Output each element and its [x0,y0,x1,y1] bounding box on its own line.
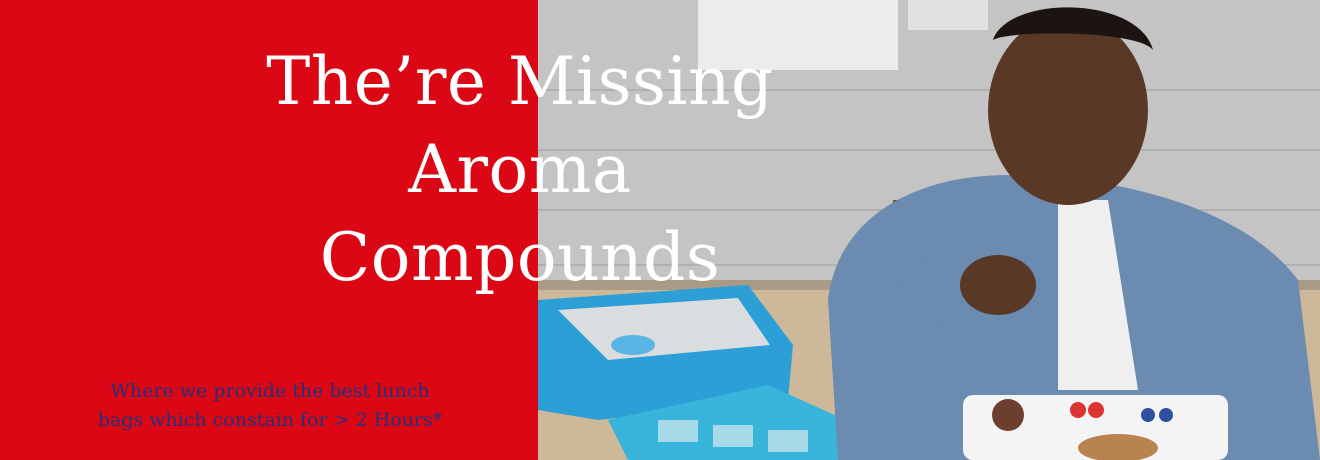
subtext: Where we provide the best lunch bags whi… [40,377,500,435]
headline-line: The’re Missing [266,43,774,120]
headline-line: Compounds [319,219,721,296]
hero-banner: The’re Missing Aroma Compounds Where we … [0,0,1320,460]
headline: The’re Missing Aroma Compounds [230,38,810,302]
subtext-line: bags which constain for > 2 Hours* [97,409,443,431]
headline-line: Aroma [408,131,632,208]
subtext-line: Where we provide the best lunch [110,380,430,402]
